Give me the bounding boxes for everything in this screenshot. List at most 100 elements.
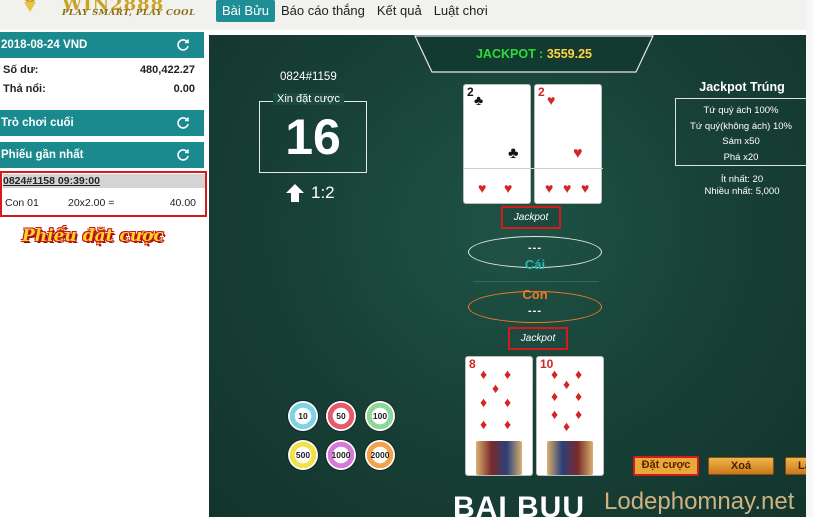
face-card-image bbox=[476, 441, 522, 475]
chip-2000[interactable]: 2000 bbox=[365, 440, 395, 470]
place-bet-button[interactable]: Đặt cược bbox=[633, 456, 699, 476]
bet-limits: Ít nhất: 20 Nhiều nhất: 5,000 bbox=[677, 174, 807, 198]
ticket-item[interactable]: 0824#1158 09:39:00 Con 01 20x2.00 = 40.0… bbox=[0, 171, 207, 217]
nav-item-results[interactable]: Kết quả bbox=[371, 0, 428, 22]
card-rank: 8 bbox=[469, 357, 476, 371]
round-id: 0824#1159 bbox=[280, 71, 337, 83]
diamond-icon: ♦ bbox=[504, 366, 512, 382]
chip-value: 50 bbox=[336, 411, 346, 421]
last-game-header[interactable]: Trò chơi cuối bbox=[0, 110, 204, 136]
ticket-caption: Phiếu đặt cược bbox=[22, 226, 164, 246]
chip-100[interactable]: 100 bbox=[365, 401, 395, 431]
ticket-id-time[interactable]: 0824#1158 09:39:00 bbox=[3, 174, 205, 188]
diamond-icon: ♦ bbox=[480, 416, 488, 432]
jackpot-label: JACKPOT : bbox=[475, 47, 547, 61]
jackpot-rule: Tứ quý ách 100% bbox=[703, 105, 779, 116]
dealer-card-1: 2 ♣ ♣ ♥ ♥ bbox=[463, 84, 531, 204]
jackpot-info-title: Jackpot Trúng bbox=[699, 80, 785, 94]
float-label: Thả nổi: bbox=[3, 83, 46, 95]
bet-prompt: Xin đặt cược bbox=[273, 93, 344, 105]
logo-icon bbox=[24, 0, 36, 12]
chip-value: 10 bbox=[298, 411, 308, 421]
jackpot-badge-label: Jackpot bbox=[520, 333, 556, 344]
refresh-icon[interactable] bbox=[176, 116, 190, 130]
diamond-icon: ♦ bbox=[575, 366, 583, 382]
jackpot-rule: Phá x20 bbox=[723, 151, 759, 163]
watermark: Lodephomnay.net bbox=[604, 488, 795, 515]
heart-icon: ♥ bbox=[581, 180, 590, 196]
diamond-icon: ♦ bbox=[551, 366, 559, 382]
jackpot-badge-bottom[interactable]: Jackpot bbox=[508, 327, 568, 350]
last-game-title: Trò chơi cuối bbox=[1, 117, 74, 129]
recent-tickets-header[interactable]: Phiếu gần nhất bbox=[0, 142, 204, 168]
balance-value: 480,422.27 bbox=[139, 64, 195, 76]
refresh-icon[interactable] bbox=[176, 38, 190, 52]
jackpot-amount: 3559.25 bbox=[546, 47, 593, 61]
jackpot-badge-label: Jackpot bbox=[513, 212, 549, 223]
center-divider bbox=[473, 281, 599, 282]
account-panel-header: 2018-08-24 VND bbox=[0, 32, 204, 58]
diamond-icon: ♦ bbox=[504, 394, 512, 410]
ticket-side: Con 01 bbox=[5, 197, 39, 209]
chip-value: 500 bbox=[295, 450, 311, 460]
diamond-icon: ♦ bbox=[504, 416, 512, 432]
nav-item-rules[interactable]: Luật chơi bbox=[428, 0, 494, 22]
face-card-image bbox=[547, 441, 593, 475]
chip-10[interactable]: 10 bbox=[288, 401, 318, 431]
diamond-icon: ♦ bbox=[563, 418, 571, 434]
heart-icon: ♥ bbox=[547, 92, 556, 108]
chip-value: 2000 bbox=[370, 450, 390, 460]
chip-value: 100 bbox=[372, 411, 388, 421]
diamond-icon: ♦ bbox=[492, 380, 500, 396]
dealer-card-2: 2 ♥ ♥ ♥ ♥ ♥ bbox=[534, 84, 602, 204]
max-bet: Nhiều nhất: 5,000 bbox=[704, 186, 780, 197]
main-nav: Bài Bửu Báo cáo thắng Kết quả Luật chơi bbox=[216, 0, 494, 22]
game-table: JACKPOT : 3559.25 0824#1159 Xin đặt cược… bbox=[209, 35, 813, 517]
card-rank: 2 bbox=[467, 85, 474, 99]
player-card-2: 10 ♦ ♦ ♦ ♦ ♦ ♦ ♦ ♦ bbox=[536, 356, 604, 476]
jackpot-display: JACKPOT : 3559.25 bbox=[414, 47, 654, 61]
con-points: --- bbox=[528, 305, 542, 317]
chip-50[interactable]: 50 bbox=[326, 401, 356, 431]
diamond-icon: ♦ bbox=[480, 394, 488, 410]
ticket-amount: 40.00 bbox=[169, 197, 196, 209]
sidebar: 2018-08-24 VND Số dư: 480,422.27 Thả nổi… bbox=[0, 30, 207, 517]
heart-icon: ♥ bbox=[545, 180, 554, 196]
con-label: Con bbox=[522, 287, 548, 302]
chip-value: 1000 bbox=[331, 450, 351, 460]
app-root: WIN2888 PLAY SMART, PLAY COOL Bài Bửu Bá… bbox=[0, 0, 813, 517]
jackpot-badge-top[interactable]: Jackpot bbox=[501, 206, 561, 229]
nav-item-bai-buu[interactable]: Bài Bửu bbox=[216, 0, 276, 22]
logo-slogan: PLAY SMART, PLAY COOL bbox=[62, 8, 196, 18]
payout-odds: 1:2 bbox=[311, 183, 335, 202]
jackpot-info-box: Tứ quý ách 100% Tứ quý(không ách) 10% Sá… bbox=[675, 98, 807, 166]
player-card-1: 8 ♦ ♦ ♦ ♦ ♦ ♦ ♦ bbox=[465, 356, 533, 476]
recent-tickets-title: Phiếu gần nhất bbox=[1, 149, 84, 161]
clear-bet-button[interactable]: Xoá bbox=[708, 457, 774, 475]
balance-label: Số dư: bbox=[3, 64, 39, 76]
cai-label: Cái bbox=[524, 257, 546, 272]
float-row: Thả nổi: 0.00 bbox=[0, 83, 204, 101]
diamond-icon: ♦ bbox=[551, 388, 559, 404]
chip-500[interactable]: 500 bbox=[288, 440, 318, 470]
account-date: 2018-08-24 VND bbox=[1, 39, 88, 51]
heart-icon: ♥ bbox=[504, 180, 513, 196]
refresh-icon[interactable] bbox=[176, 148, 190, 162]
chip-1000[interactable]: 1000 bbox=[326, 440, 356, 470]
card-rank: 2 bbox=[538, 85, 545, 99]
min-bet: Ít nhất: 20 bbox=[720, 174, 764, 185]
heart-icon: ♥ bbox=[563, 180, 572, 196]
heart-icon: ♥ bbox=[573, 145, 583, 162]
game-title: BAI BUU bbox=[453, 491, 585, 517]
diamond-icon: ♦ bbox=[575, 388, 583, 404]
nav-item-win-report[interactable]: Báo cáo thắng bbox=[275, 0, 371, 22]
club-icon: ♣ bbox=[474, 92, 484, 108]
card-divider bbox=[463, 168, 603, 169]
heart-icon: ♥ bbox=[478, 180, 487, 196]
cai-points: --- bbox=[528, 242, 542, 254]
arrow-up-icon bbox=[286, 184, 304, 202]
diamond-icon: ♦ bbox=[480, 366, 488, 382]
float-value: 0.00 bbox=[173, 83, 195, 95]
jackpot-rule: Sám x50 bbox=[722, 136, 760, 147]
diamond-icon: ♦ bbox=[563, 376, 571, 392]
